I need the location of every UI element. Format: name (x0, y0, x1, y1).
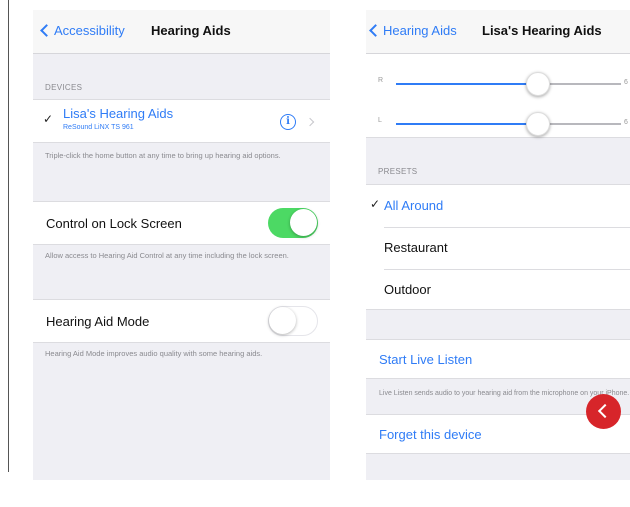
device-model: ReSound LiNX TS 961 (63, 124, 134, 131)
page-title: Lisa's Hearing Aids (482, 23, 602, 38)
page-divider-line (8, 0, 9, 472)
back-nav-button[interactable] (586, 394, 621, 429)
preset-outdoor[interactable]: Outdoor (366, 269, 630, 311)
preset-all-around[interactable]: ✓ All Around (366, 185, 630, 227)
lock-screen-toggle[interactable] (268, 208, 318, 238)
device-row[interactable]: ✓ Lisa's Hearing Aids ReSound LiNX TS 96… (33, 99, 330, 143)
page-title: Hearing Aids (151, 23, 231, 38)
presets-header: PRESETS (378, 167, 418, 176)
back-label: Hearing Aids (383, 23, 457, 38)
chevron-left-icon (597, 403, 613, 419)
hearing-mode-toggle[interactable] (268, 306, 318, 336)
devices-footer: Triple-click the home button at any time… (45, 151, 281, 160)
back-label: Accessibility (54, 23, 125, 38)
preset-restaurant[interactable]: Restaurant (366, 227, 630, 269)
info-circle-icon[interactable]: i (280, 114, 296, 130)
nav-bar: Hearing Aids Lisa's Hearing Aids (366, 10, 630, 54)
live-listen-row[interactable]: Start Live Listen (366, 339, 630, 379)
slider-r[interactable] (396, 72, 621, 96)
chevron-left-icon (40, 24, 53, 37)
presets-list: ✓ All Around Restaurant Outdoor (366, 184, 630, 310)
toggle-knob (290, 209, 317, 236)
lock-screen-row: Control on Lock Screen (33, 201, 330, 245)
slider-label-r: R (378, 77, 384, 84)
slider-label-l: L (378, 117, 382, 124)
forget-device-button[interactable]: Forget this device (379, 427, 482, 442)
toggle-knob (269, 307, 296, 334)
volume-sliders: R 6 L 6 (366, 54, 630, 138)
devices-header: DEVICES (45, 83, 83, 92)
slider-fill (396, 123, 536, 125)
preset-label: All Around (384, 198, 444, 213)
lock-screen-footer: Allow access to Hearing Aid Control at a… (45, 251, 289, 260)
chevron-left-icon (369, 24, 382, 37)
back-button-hearing-aids[interactable]: Hearing Aids (369, 23, 457, 38)
checkmark-icon: ✓ (370, 197, 381, 211)
back-button-accessibility[interactable]: Accessibility (40, 23, 125, 38)
slider-l[interactable] (396, 112, 621, 136)
slider-fill (396, 83, 536, 85)
device-name: Lisa's Hearing Aids (63, 106, 174, 121)
start-live-listen-button[interactable]: Start Live Listen (379, 352, 472, 367)
hearing-aids-screen: Accessibility Hearing Aids DEVICES ✓ Lis… (33, 10, 330, 480)
slider-end-r: 6 (624, 79, 628, 86)
slider-knob[interactable] (526, 72, 550, 96)
preset-label: Outdoor (384, 282, 431, 297)
nav-bar: Accessibility Hearing Aids (33, 10, 330, 54)
hearing-mode-label: Hearing Aid Mode (46, 314, 150, 329)
checkmark-icon: ✓ (43, 112, 54, 126)
slider-knob[interactable] (526, 112, 550, 136)
hearing-mode-footer: Hearing Aid Mode improves audio quality … (45, 349, 263, 358)
chevron-right-icon (305, 117, 315, 127)
hearing-mode-row: Hearing Aid Mode (33, 299, 330, 343)
preset-label: Restaurant (384, 240, 448, 255)
lock-screen-label: Control on Lock Screen (46, 216, 182, 231)
slider-end-l: 6 (624, 119, 628, 126)
